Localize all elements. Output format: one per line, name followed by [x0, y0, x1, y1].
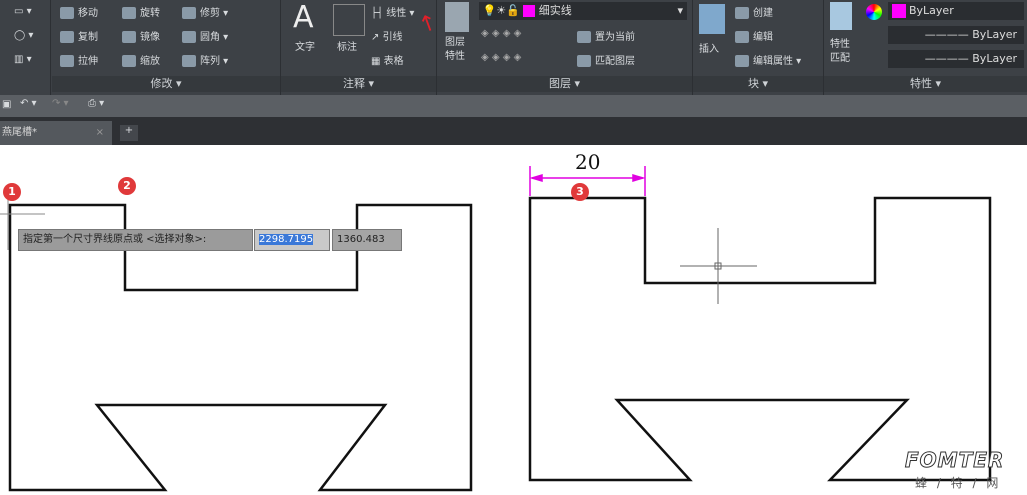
label: 镜像 — [140, 32, 160, 43]
label: 复制 — [78, 32, 98, 43]
leader-button[interactable]: ↗ 引线 — [371, 28, 403, 43]
color-swatch — [891, 4, 906, 18]
dimension-text: 20 — [575, 150, 601, 174]
text-button[interactable]: 文字 — [295, 38, 315, 53]
hatch-icon[interactable]: ▥ ▾ — [14, 54, 32, 65]
text-icon[interactable]: A — [293, 0, 314, 35]
label: 创建 — [753, 8, 773, 19]
document-tabs: 燕尾槽* × + — [0, 117, 1027, 145]
panel-title[interactable]: 图层 ▾ — [437, 76, 692, 92]
command-prompt-tooltip: 指定第一个尺寸界线原点或 <选择对象>: — [18, 229, 253, 251]
label: 缩放 — [140, 56, 160, 67]
match-properties-button[interactable]: 特性 匹配 — [830, 38, 850, 66]
label: 置为当前 — [595, 32, 635, 43]
label: ByLayer — [909, 4, 954, 17]
x-value: 2298.7195 — [259, 234, 314, 245]
label: 匹配图层 — [595, 56, 635, 67]
label: 编辑属性 — [753, 56, 793, 67]
color-dropdown[interactable]: ByLayer — [888, 2, 1024, 20]
label: ByLayer — [972, 52, 1017, 65]
lineweight-dropdown[interactable]: ———— ByLayer — [888, 50, 1024, 68]
scale-button[interactable]: 缩放 — [122, 52, 160, 67]
plot-icon[interactable]: ⎙ ▾ — [88, 98, 104, 109]
rectangle-icon[interactable]: ▭ ▾ — [14, 6, 32, 17]
crosshair-cursor — [680, 228, 757, 304]
create-block-button[interactable]: 创建 — [735, 4, 773, 19]
y-coordinate-input[interactable]: 1360.483 — [332, 229, 402, 251]
label: 圆角 — [200, 32, 220, 43]
mirror-button[interactable]: 镜像 — [122, 28, 160, 43]
label: ByLayer — [972, 28, 1017, 41]
step-badge-2: 2 — [118, 177, 136, 195]
dimension-button[interactable]: 标注 — [337, 38, 357, 53]
watermark-subtitle: 蜂 / 特 / 网 — [915, 476, 1002, 490]
layer-tools-icons-2[interactable]: ◈ ◈ ◈ ◈ — [481, 52, 521, 63]
circle-icon[interactable]: ◯ ▾ — [14, 30, 33, 41]
edit-block-button[interactable]: 编辑 — [735, 28, 773, 43]
layer-name: 细实线 — [538, 4, 572, 17]
redo-icon[interactable]: ↷ ▾ — [52, 98, 69, 109]
panel-properties: 特性 匹配 ByLayer ———— ByLayer ———— ByLayer … — [824, 0, 1027, 95]
label: 拉伸 — [78, 56, 98, 67]
trim-button[interactable]: 修剪 ▾ — [182, 4, 228, 19]
linetype-dropdown[interactable]: ———— ByLayer — [888, 26, 1024, 44]
panel-modify: 移动 旋转 修剪 ▾ 复制 镜像 圆角 ▾ 拉伸 缩放 阵列 ▾ 修改 ▾ — [52, 0, 281, 95]
label: 阵列 — [200, 56, 220, 67]
edit-attributes-button[interactable]: 编辑属性 ▾ — [735, 52, 801, 67]
match-properties-icon[interactable] — [830, 2, 852, 30]
x-coordinate-input[interactable]: 2298.7195 — [254, 229, 330, 251]
label: 引线 — [382, 32, 403, 43]
panel-title[interactable]: 注释 ▾ — [281, 76, 436, 92]
dimension-icon[interactable] — [333, 4, 365, 36]
set-current-button[interactable]: 置为当前 — [577, 28, 635, 43]
drawing-canvas[interactable] — [0, 145, 1027, 495]
close-icon[interactable]: × — [96, 121, 104, 145]
label: 旋转 — [140, 8, 160, 19]
layer-properties-button[interactable]: 图层 特性 — [445, 36, 465, 64]
move-button[interactable]: 移动 — [60, 4, 98, 19]
linear-dim-button[interactable]: ├┤ 线性 ▾ — [371, 4, 414, 19]
insert-icon[interactable] — [699, 4, 725, 34]
right-dovetail-shape — [528, 196, 992, 482]
new-tab-button[interactable]: + — [120, 125, 138, 141]
layer-dropdown[interactable]: 💡☀🔓 细实线 ▾ — [479, 2, 687, 20]
label: 表格 — [383, 56, 404, 67]
panel-block: 插入 创建 编辑 编辑属性 ▾ 块 ▾ — [693, 0, 824, 95]
save-icon[interactable]: ▣ — [2, 99, 11, 110]
layer-color-swatch — [523, 5, 536, 17]
panel-title[interactable]: 修改 ▾ — [52, 76, 280, 92]
label: 移动 — [78, 8, 98, 19]
table-button[interactable]: ▦ 表格 — [371, 52, 404, 67]
array-button[interactable]: 阵列 ▾ — [182, 52, 228, 67]
stretch-button[interactable]: 拉伸 — [60, 52, 98, 67]
step-badge-1: 1 — [3, 183, 21, 201]
tab-document[interactable]: 燕尾槽* × — [0, 121, 112, 145]
label: 编辑 — [753, 32, 773, 43]
copy-button[interactable]: 复制 — [60, 28, 98, 43]
insert-button[interactable]: 插入 — [699, 40, 719, 55]
ribbon: ▭ ▾ ◯ ▾ ▥ ▾ 移动 旋转 修剪 ▾ 复制 镜像 圆角 ▾ 拉伸 缩放 … — [0, 0, 1027, 95]
layer-tools-icons[interactable]: ◈ ◈ ◈ ◈ — [481, 28, 521, 39]
panel-draw: ▭ ▾ ◯ ▾ ▥ ▾ — [0, 0, 51, 95]
undo-icon[interactable]: ↶ ▾ — [20, 98, 37, 109]
fillet-button[interactable]: 圆角 ▾ — [182, 28, 228, 43]
panel-layers: 图层 特性 💡☀🔓 细实线 ▾ ◈ ◈ ◈ ◈ 置为当前 ◈ ◈ ◈ ◈ 匹配图层… — [437, 0, 693, 95]
watermark-logo: FOMTER — [904, 448, 1005, 473]
label: 线性 — [386, 8, 407, 19]
panel-title[interactable]: 块 ▾ — [693, 76, 823, 92]
rotate-button[interactable]: 旋转 — [122, 4, 160, 19]
tab-label: 燕尾槽* — [2, 127, 37, 138]
layer-properties-icon[interactable] — [445, 2, 469, 32]
match-layer-button[interactable]: 匹配图层 — [577, 52, 635, 67]
panel-annotation: A 文字 标注 ├┤ 线性 ▾ ↗ 引线 ▦ 表格 ↑ 注释 ▾ — [281, 0, 441, 95]
panel-title[interactable]: 特性 ▾ — [824, 76, 1027, 92]
label: 修剪 — [200, 8, 220, 19]
quick-access-toolbar: ▣ ↶ ▾ ↷ ▾ ⎙ ▾ — [0, 95, 1027, 117]
step-badge-3: 3 — [571, 183, 589, 201]
color-wheel-icon[interactable] — [866, 4, 882, 20]
